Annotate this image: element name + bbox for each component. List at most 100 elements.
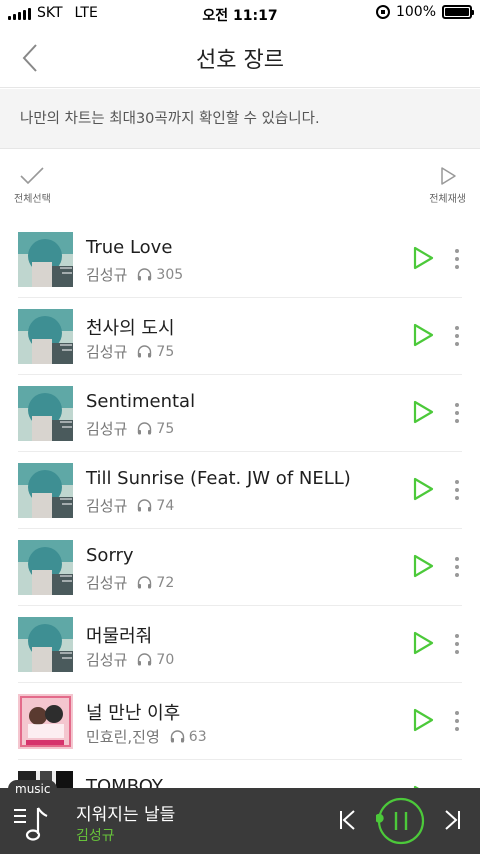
album-art[interactable] bbox=[18, 540, 73, 595]
headphone-icon bbox=[137, 653, 152, 666]
previous-button[interactable] bbox=[338, 809, 358, 835]
song-list: True Love 김성규 305 천사의 도시 김성규 75 Sentimental 김성규… bbox=[0, 221, 480, 837]
song-row[interactable]: Sentimental 김성규 75 bbox=[18, 375, 462, 452]
play-icon bbox=[412, 708, 434, 736]
play-count: 74 bbox=[156, 497, 175, 514]
playlist-music-icon bbox=[14, 807, 48, 841]
play-all-label: 전체재생 bbox=[429, 194, 466, 205]
more-options-button[interactable] bbox=[452, 403, 462, 423]
song-title[interactable]: 널 만난 이후 bbox=[86, 699, 180, 725]
song-artist: 김성규 bbox=[86, 420, 128, 438]
play-song-button[interactable] bbox=[410, 400, 436, 428]
play-icon bbox=[412, 400, 434, 428]
song-meta: 김성규 305 bbox=[86, 264, 183, 285]
status-bar: SKT LTE 오전 11:17 100% bbox=[0, 0, 480, 28]
song-title[interactable]: True Love bbox=[86, 237, 172, 258]
headphone-icon bbox=[137, 268, 152, 281]
album-art[interactable] bbox=[18, 309, 73, 364]
battery-fill bbox=[445, 8, 469, 16]
play-icon bbox=[412, 554, 434, 582]
battery-icon bbox=[442, 5, 474, 19]
album-art[interactable] bbox=[18, 463, 73, 518]
info-banner: 나만의 차트는 최대30곡까지 확인할 수 있습니다. bbox=[0, 89, 480, 149]
play-all-button[interactable]: 전체재생 bbox=[429, 166, 466, 205]
play-count: 63 bbox=[188, 728, 207, 745]
headphone-icon bbox=[137, 499, 152, 512]
song-title[interactable]: 천사의 도시 bbox=[86, 314, 175, 340]
select-all-label: 전체선택 bbox=[14, 194, 51, 205]
play-outline-icon bbox=[440, 167, 456, 185]
album-art[interactable] bbox=[18, 232, 73, 287]
song-artist: 김성규 bbox=[86, 266, 128, 284]
list-toolbar: 전체선택 전체재생 bbox=[0, 150, 480, 220]
page-title: 선호 장르 bbox=[196, 48, 284, 73]
mini-player[interactable]: music 지워지는 날들 김성규 bbox=[0, 780, 480, 854]
next-button[interactable] bbox=[442, 809, 462, 835]
headphone-icon bbox=[137, 345, 152, 358]
song-artist: 김성규 bbox=[86, 651, 128, 669]
headphone-icon bbox=[137, 422, 152, 435]
song-title[interactable]: Sorry bbox=[86, 545, 134, 566]
more-options-button[interactable] bbox=[452, 480, 462, 500]
song-title[interactable]: 머물러줘 bbox=[86, 622, 152, 648]
music-tag: music bbox=[8, 780, 58, 798]
play-song-button[interactable] bbox=[410, 631, 436, 659]
song-title[interactable]: Till Sunrise (Feat. JW of NELL) bbox=[86, 468, 351, 489]
song-meta: 김성규 70 bbox=[86, 649, 174, 670]
play-song-button[interactable] bbox=[410, 477, 436, 505]
play-count: 75 bbox=[156, 343, 175, 360]
song-row[interactable]: 천사의 도시김성규 75 bbox=[18, 298, 462, 375]
headphone-icon bbox=[170, 730, 185, 743]
play-song-button[interactable] bbox=[410, 246, 436, 274]
song-title[interactable]: Sentimental bbox=[86, 391, 195, 412]
pause-icon bbox=[374, 797, 425, 845]
app-header: 선호 장르 bbox=[0, 28, 480, 88]
play-count: 72 bbox=[156, 574, 175, 591]
select-all-button[interactable]: 전체선택 bbox=[14, 166, 51, 205]
play-icon bbox=[412, 631, 434, 659]
song-meta: 민효린,진영 63 bbox=[86, 726, 207, 747]
play-icon bbox=[412, 246, 434, 274]
skip-previous-icon bbox=[340, 810, 355, 830]
checkmark-icon bbox=[20, 167, 44, 185]
info-text: 나만의 차트는 최대30곡까지 확인할 수 있습니다. bbox=[20, 111, 320, 127]
song-row[interactable]: True Love 김성규 305 bbox=[18, 221, 462, 298]
album-art[interactable] bbox=[18, 386, 73, 441]
more-options-button[interactable] bbox=[452, 634, 462, 654]
song-artist: 민효린,진영 bbox=[86, 728, 160, 746]
now-playing-title[interactable]: 지워지는 날들 bbox=[76, 800, 175, 825]
battery-percent: 100% bbox=[395, 4, 436, 20]
playlist-button[interactable] bbox=[12, 804, 52, 846]
status-right: 100% bbox=[375, 4, 474, 20]
play-count: 70 bbox=[156, 651, 175, 668]
play-count: 305 bbox=[156, 266, 184, 283]
play-song-button[interactable] bbox=[410, 554, 436, 582]
more-options-button[interactable] bbox=[452, 326, 462, 346]
more-options-button[interactable] bbox=[452, 249, 462, 269]
song-meta: 김성규 75 bbox=[86, 418, 174, 439]
song-meta: 김성규 72 bbox=[86, 572, 174, 593]
play-song-button[interactable] bbox=[410, 708, 436, 736]
rotation-lock-icon bbox=[375, 5, 390, 19]
album-art[interactable] bbox=[18, 694, 73, 749]
song-meta: 김성규 75 bbox=[86, 341, 174, 362]
play-icon bbox=[412, 323, 434, 351]
song-artist: 김성규 bbox=[86, 497, 128, 515]
pause-button[interactable] bbox=[374, 796, 426, 846]
song-artist: 김성규 bbox=[86, 574, 128, 592]
song-row[interactable]: Sorry 김성규 72 bbox=[18, 529, 462, 606]
more-options-button[interactable] bbox=[452, 557, 462, 577]
song-row[interactable]: 널 만난 이후민효린,진영 63 bbox=[18, 683, 462, 760]
play-count: 75 bbox=[156, 420, 175, 437]
more-options-button[interactable] bbox=[452, 711, 462, 731]
song-artist: 김성규 bbox=[86, 343, 128, 361]
play-song-button[interactable] bbox=[410, 323, 436, 351]
song-row[interactable]: Till Sunrise (Feat. JW of NELL) 김성규 74 bbox=[18, 452, 462, 529]
skip-next-icon bbox=[445, 810, 460, 830]
now-playing-artist: 김성규 bbox=[76, 828, 115, 844]
headphone-icon bbox=[137, 576, 152, 589]
album-art[interactable] bbox=[18, 617, 73, 672]
play-icon bbox=[412, 477, 434, 505]
song-meta: 김성규 74 bbox=[86, 495, 174, 516]
song-row[interactable]: 머물러줘김성규 70 bbox=[18, 606, 462, 683]
